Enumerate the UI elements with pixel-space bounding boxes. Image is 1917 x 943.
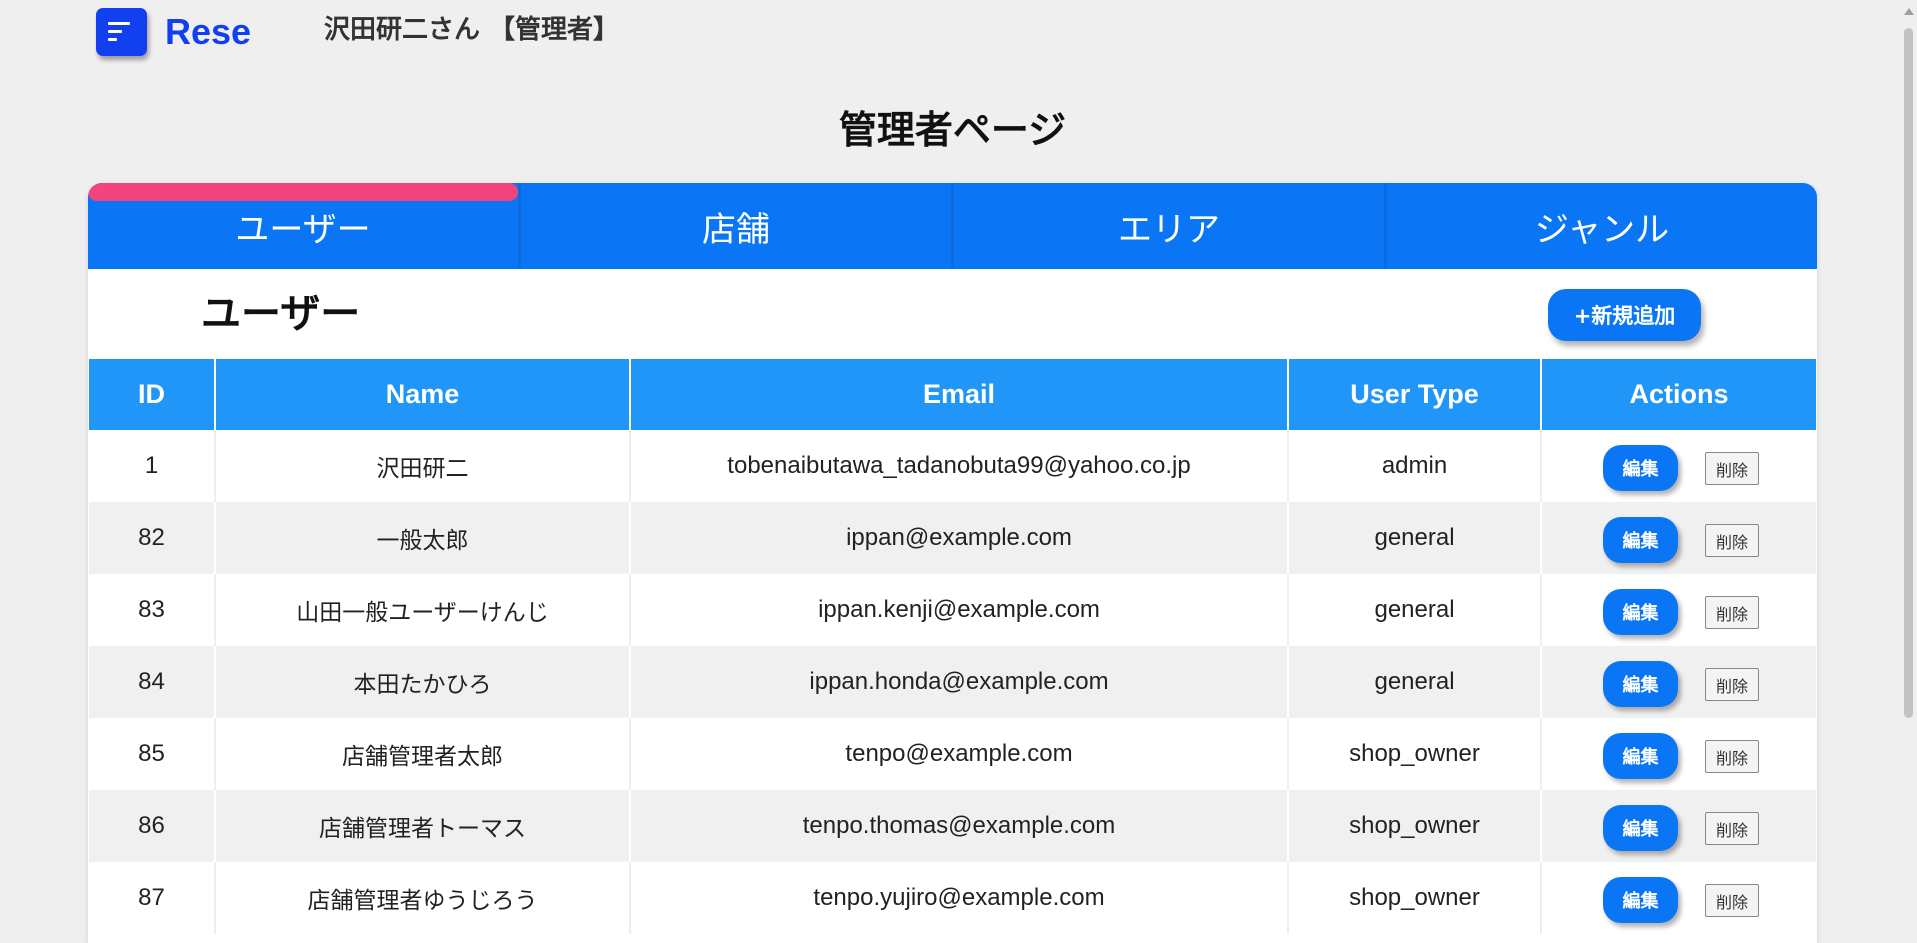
column-header-id: ID: [89, 359, 215, 430]
scroll-up-arrow-icon[interactable]: [1904, 8, 1914, 15]
tab-areas[interactable]: エリア: [954, 183, 1387, 269]
cell-name: 沢田研二: [214, 430, 630, 502]
cell-user-type: general: [1287, 574, 1541, 646]
table-header-row: ID Name Email User Type Actions: [89, 359, 1816, 430]
table-row: 85 店舗管理者太郎 tenpo@example.com shop_owner …: [89, 718, 1816, 790]
scrollbar-thumb[interactable]: [1904, 28, 1913, 718]
cell-email: tenpo@example.com: [629, 718, 1288, 790]
tab-label: ユーザー: [235, 209, 371, 250]
edit-button[interactable]: 編集: [1603, 445, 1678, 491]
table-row: 84 本田たかひろ ippan.honda@example.com genera…: [89, 646, 1816, 718]
cell-email: tobenaibutawa_tadanobuta99@yahoo.co.jp: [629, 430, 1288, 502]
tab-label: 店舗: [702, 209, 770, 250]
cell-email: tenpo.thomas@example.com: [629, 790, 1288, 862]
tab-users[interactable]: ユーザー: [88, 183, 521, 269]
cell-id: 86: [89, 790, 215, 862]
cell-actions: 編集 削除: [1540, 718, 1816, 790]
cell-name: 本田たかひろ: [214, 646, 630, 718]
cell-name: 店舗管理者ゆうじろう: [214, 862, 630, 934]
column-header-email: Email: [629, 359, 1288, 430]
cell-actions: 編集 削除: [1540, 790, 1816, 862]
tab-genres[interactable]: ジャンル: [1387, 183, 1817, 269]
cell-id: 84: [89, 646, 215, 718]
delete-button[interactable]: 削除: [1705, 524, 1759, 557]
table-row: 1 沢田研二 tobenaibutawa_tadanobuta99@yahoo.…: [89, 430, 1816, 502]
tab-bar: ユーザー 店舗 エリア ジャンル: [88, 183, 1817, 269]
cell-id: 1: [89, 430, 215, 502]
column-header-user-type: User Type: [1287, 359, 1541, 430]
cell-email: ippan.kenji@example.com: [629, 574, 1288, 646]
cell-name: 山田一般ユーザーけんじ: [214, 574, 630, 646]
cell-email: ippan.honda@example.com: [629, 646, 1288, 718]
cell-id: 87: [89, 862, 215, 934]
cell-actions: 編集 削除: [1540, 862, 1816, 934]
hamburger-menu-icon[interactable]: [96, 8, 147, 56]
cell-user-type: general: [1287, 502, 1541, 574]
column-header-name: Name: [214, 359, 630, 430]
delete-button[interactable]: 削除: [1705, 596, 1759, 629]
page-title: 管理者ページ: [838, 108, 1067, 152]
tab-label: エリア: [1118, 209, 1220, 250]
cell-actions: 編集 削除: [1540, 574, 1816, 646]
admin-panel: ユーザー 店舗 エリア ジャンル ユーザー +新規追加 ID Name Emai…: [88, 183, 1817, 943]
cell-actions: 編集 削除: [1540, 646, 1816, 718]
table-row: 83 山田一般ユーザーけんじ ippan.kenji@example.com g…: [89, 574, 1816, 646]
cell-user-type: shop_owner: [1287, 718, 1541, 790]
cell-id: 85: [89, 718, 215, 790]
delete-button[interactable]: 削除: [1705, 740, 1759, 773]
cell-id: 82: [89, 502, 215, 574]
cell-email: ippan@example.com: [629, 502, 1288, 574]
cell-name: 店舗管理者太郎: [214, 718, 630, 790]
brand-logo[interactable]: Rese: [165, 8, 251, 56]
tab-shops[interactable]: 店舗: [521, 183, 954, 269]
column-header-actions: Actions: [1540, 359, 1816, 430]
edit-button[interactable]: 編集: [1603, 733, 1678, 779]
add-new-button[interactable]: +新規追加: [1548, 289, 1701, 341]
users-table: ID Name Email User Type Actions 1 沢田研二 t…: [89, 359, 1816, 934]
page-scrollbar[interactable]: [1900, 0, 1917, 910]
cell-user-type: shop_owner: [1287, 862, 1541, 934]
cell-id: 83: [89, 574, 215, 646]
cell-email: tenpo.yujiro@example.com: [629, 862, 1288, 934]
tab-label: ジャンル: [1534, 209, 1670, 250]
cell-name: 店舗管理者トーマス: [214, 790, 630, 862]
cell-actions: 編集 削除: [1540, 502, 1816, 574]
cell-actions: 編集 削除: [1540, 430, 1816, 502]
current-user-name: 沢田研二さん 【管理者】: [324, 15, 620, 45]
edit-button[interactable]: 編集: [1603, 877, 1678, 923]
app-header: Rese 沢田研二さん 【管理者】: [0, 0, 1900, 64]
section-title: ユーザー: [201, 291, 361, 337]
edit-button[interactable]: 編集: [1603, 805, 1678, 851]
edit-button[interactable]: 編集: [1603, 517, 1678, 563]
delete-button[interactable]: 削除: [1705, 812, 1759, 845]
cell-user-type: admin: [1287, 430, 1541, 502]
delete-button[interactable]: 削除: [1705, 668, 1759, 701]
table-row: 82 一般太郎 ippan@example.com general 編集 削除: [89, 502, 1816, 574]
table-row: 86 店舗管理者トーマス tenpo.thomas@example.com sh…: [89, 790, 1816, 862]
cell-name: 一般太郎: [214, 502, 630, 574]
cell-user-type: general: [1287, 646, 1541, 718]
table-row: 87 店舗管理者ゆうじろう tenpo.yujiro@example.com s…: [89, 862, 1816, 934]
delete-button[interactable]: 削除: [1705, 884, 1759, 917]
edit-button[interactable]: 編集: [1603, 589, 1678, 635]
delete-button[interactable]: 削除: [1705, 452, 1759, 485]
edit-button[interactable]: 編集: [1603, 661, 1678, 707]
cell-user-type: shop_owner: [1287, 790, 1541, 862]
